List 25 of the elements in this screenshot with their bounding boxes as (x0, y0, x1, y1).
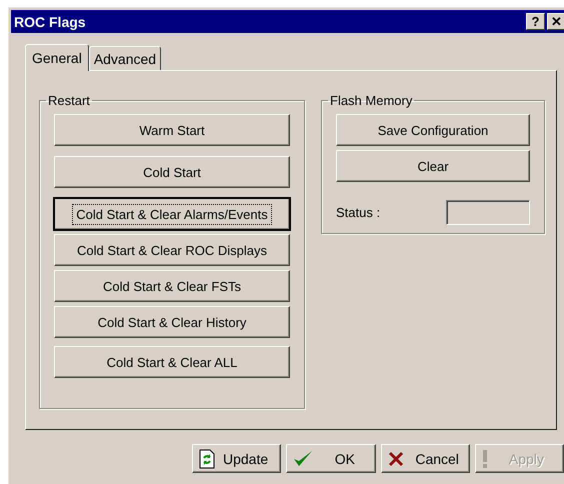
status-field[interactable] (446, 200, 530, 225)
restart-button[interactable]: Cold Start & Clear History (54, 306, 290, 338)
restart-button[interactable]: Cold Start & Clear FSTs (54, 270, 290, 302)
restart-button[interactable]: Cold Start & Clear ALL (54, 346, 290, 378)
checkmark-icon (293, 450, 314, 468)
exclamation-icon (482, 448, 488, 468)
x-icon (388, 450, 404, 466)
status-label: Status : (336, 205, 380, 220)
restart-button[interactable]: Warm Start (54, 114, 290, 146)
restart-button[interactable]: Cold Start (54, 156, 290, 188)
cancel-button[interactable]: Cancel (380, 444, 470, 473)
group-title: Restart (47, 93, 91, 108)
close-button[interactable]: ✕ (547, 13, 564, 30)
restart-button[interactable]: Cold Start & Clear ROC Displays (54, 234, 290, 266)
window-title: ROC Flags (14, 14, 87, 30)
flash-button[interactable]: Clear (336, 150, 530, 182)
refresh-document-icon (199, 448, 215, 468)
tab[interactable]: General (25, 44, 89, 71)
ok-button[interactable]: OK (286, 444, 376, 473)
update-button[interactable]: Update (192, 444, 282, 473)
restart-button[interactable]: Cold Start & Clear Alarms/Events (54, 198, 290, 230)
flash-button[interactable]: Save Configuration (336, 114, 530, 146)
help-button[interactable]: ? (526, 13, 545, 30)
group-title: Flash Memory (329, 93, 414, 108)
tab[interactable]: Advanced (88, 46, 162, 70)
